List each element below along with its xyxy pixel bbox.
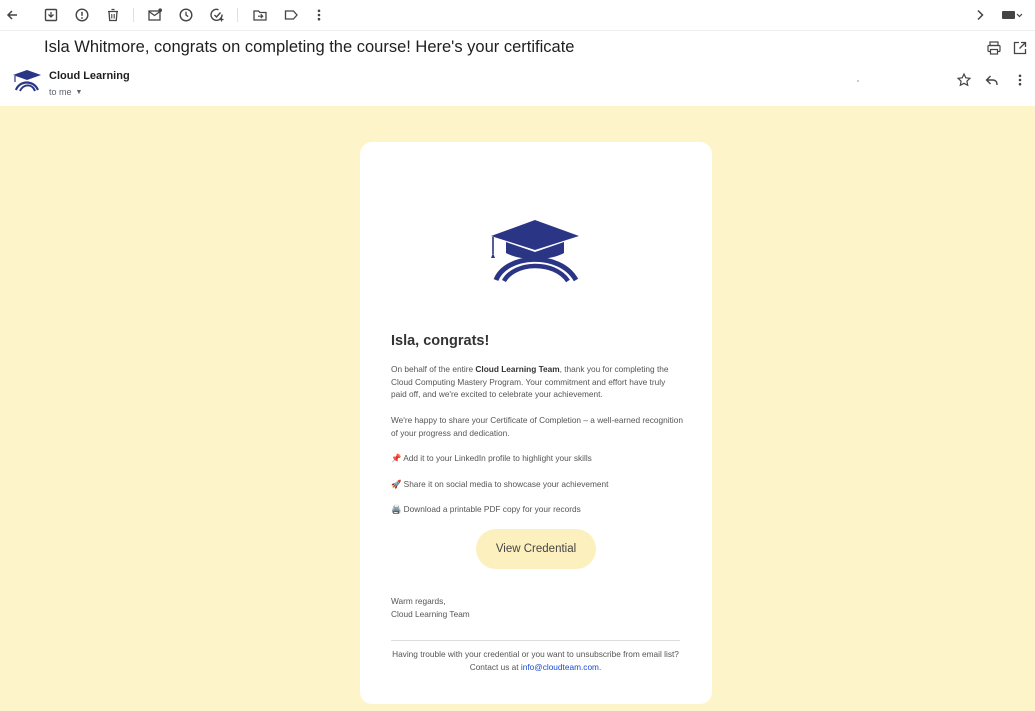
mark-unread-icon[interactable] xyxy=(145,5,165,25)
toolbar-divider xyxy=(237,8,238,22)
pushpin-icon: 📌 xyxy=(391,453,402,463)
paragraph-text: On behalf of the entire xyxy=(391,364,476,374)
back-icon[interactable] xyxy=(2,5,22,25)
sender-avatar[interactable] xyxy=(11,66,43,98)
bullet-text: Download a printable PDF copy for your r… xyxy=(403,504,581,514)
footer-period: . xyxy=(598,661,602,672)
certificate-paragraph: We're happy to share your Certificate of… xyxy=(391,415,683,438)
toolbar-divider xyxy=(133,8,134,22)
bullet-pdf: 🖨️ Download a printable PDF copy for you… xyxy=(391,503,683,516)
team-name-bold: Cloud Learning Team xyxy=(475,364,560,374)
recipient-label: to me xyxy=(49,87,72,97)
recipient-details-toggle[interactable]: to me ▼ xyxy=(49,87,82,97)
bullet-text: Share it on social media to showcase you… xyxy=(403,479,609,489)
bullet-text: Add it to your LinkedIn profile to highl… xyxy=(403,453,592,463)
star-icon[interactable] xyxy=(954,70,974,90)
snooze-icon[interactable] xyxy=(176,5,196,25)
bullet-linkedin: 📌 Add it to your LinkedIn profile to hig… xyxy=(391,452,683,465)
contact-email-link[interactable]: info@cloudteam.com xyxy=(521,662,599,672)
more-icon[interactable] xyxy=(309,5,329,25)
footer-divider xyxy=(391,640,680,641)
next-icon[interactable] xyxy=(970,5,990,25)
print-icon[interactable] xyxy=(984,38,1004,58)
report-spam-icon[interactable] xyxy=(72,5,92,25)
email-body: Isla, congrats! On behalf of the entire … xyxy=(0,106,1035,711)
label-icon[interactable] xyxy=(281,5,301,25)
view-credential-button[interactable]: View Credential xyxy=(476,529,596,569)
email-subject: Isla Whitmore, congrats on completing th… xyxy=(44,38,575,56)
greeting-heading: Isla, congrats! xyxy=(391,333,490,349)
thank-you-paragraph: On behalf of the entire Cloud Learning T… xyxy=(391,363,683,401)
bullet-social: 🚀 Share it on social media to showcase y… xyxy=(391,478,683,491)
rocket-icon: 🚀 xyxy=(391,479,402,489)
graduation-cap-logo xyxy=(491,220,579,283)
message-card: Isla, congrats! On behalf of the entire … xyxy=(360,142,712,704)
timestamp-placeholder xyxy=(857,80,859,82)
delete-icon[interactable] xyxy=(103,5,123,25)
signoff: Warm regards, Cloud Learning Team xyxy=(391,595,683,620)
open-in-new-window-icon[interactable] xyxy=(1010,38,1030,58)
keyboard-icon[interactable] xyxy=(999,5,1025,25)
signoff-line: Warm regards, xyxy=(391,596,446,606)
archive-icon[interactable] xyxy=(41,5,61,25)
add-to-tasks-icon[interactable] xyxy=(207,5,227,25)
footer-text: Having trouble with your credential or y… xyxy=(391,648,680,673)
more-options-icon[interactable] xyxy=(1010,70,1030,90)
caret-down-icon: ▼ xyxy=(75,88,83,96)
move-to-icon[interactable] xyxy=(250,5,270,25)
reply-icon[interactable] xyxy=(982,70,1002,90)
printer-icon: 🖨️ xyxy=(391,504,402,514)
sender-name[interactable]: Cloud Learning xyxy=(49,70,130,82)
signoff-signature: Cloud Learning Team xyxy=(391,608,470,619)
email-toolbar xyxy=(0,0,1035,31)
